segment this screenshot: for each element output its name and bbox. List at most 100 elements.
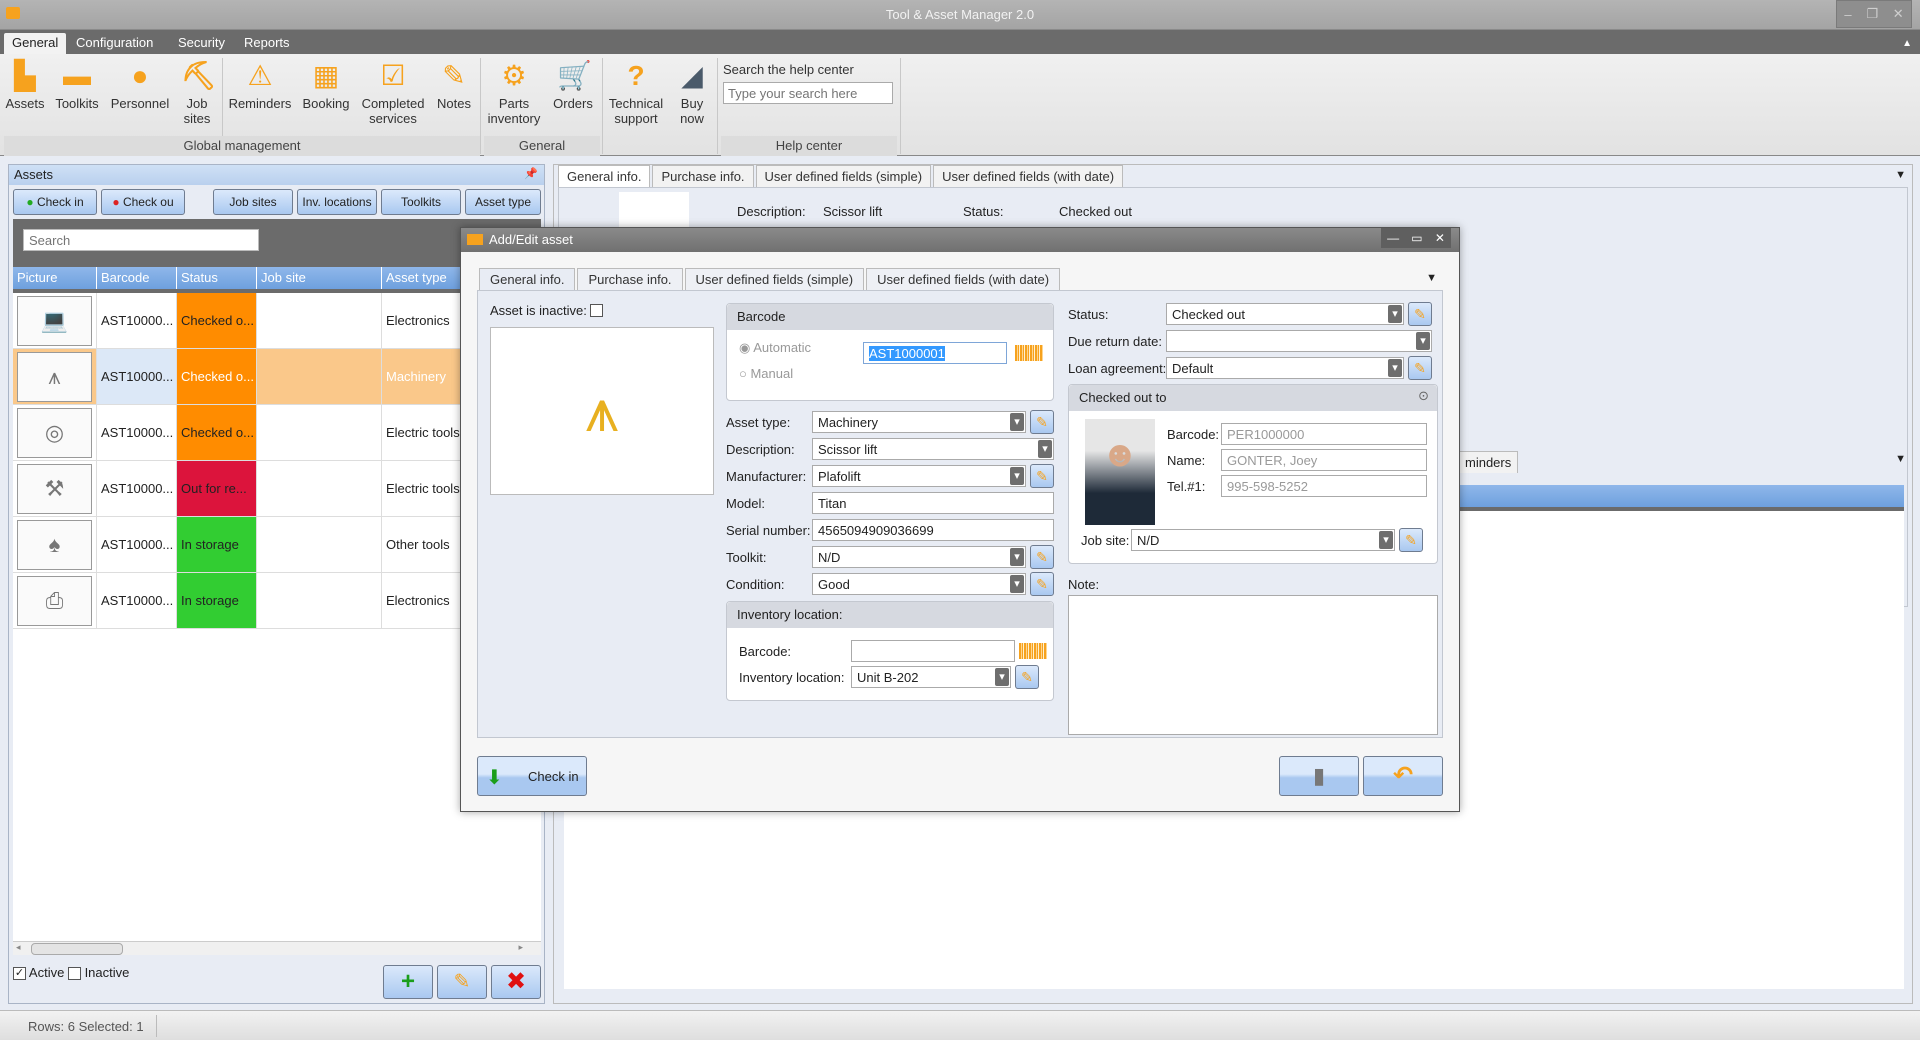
dialog-tabs-dropdown-icon[interactable]: ▼	[1426, 272, 1437, 284]
toolbox-icon: ▬	[63, 60, 91, 91]
collapse-circle-icon[interactable]: ⊙	[1418, 388, 1429, 404]
pin-icon[interactable]: 📌	[524, 167, 538, 180]
ribbon-button-buy-now[interactable]: ◢ Buy now	[670, 60, 714, 126]
check-in-button[interactable]: ● Check in	[13, 189, 97, 215]
edit-manufacturer-button[interactable]: ✎	[1030, 464, 1054, 488]
column-job-site[interactable]: Job site	[257, 267, 382, 289]
ribbon-button-booking[interactable]: ▦ Booking	[298, 60, 354, 111]
column-barcode[interactable]: Barcode	[97, 267, 177, 289]
edit-inventory-location-button[interactable]: ✎	[1015, 665, 1039, 689]
tab-reports[interactable]: Reports	[236, 33, 298, 54]
scroll-right-icon[interactable]: ▸	[518, 942, 523, 953]
separator	[480, 58, 481, 154]
edit-toolkit-button[interactable]: ✎	[1030, 545, 1054, 569]
manual-radio[interactable]: ○ Manual	[739, 366, 793, 381]
status-select[interactable]: Checked out	[1166, 303, 1404, 325]
horizontal-scrollbar[interactable]: ◂ ▸	[13, 941, 541, 955]
check-out-button[interactable]: ● Check ou	[101, 189, 185, 215]
edit-status-button[interactable]: ✎	[1408, 302, 1432, 326]
detail-tab-udf-date[interactable]: User defined fields (with date)	[933, 165, 1124, 187]
help-search-input[interactable]	[723, 82, 893, 104]
note-textarea[interactable]	[1068, 595, 1438, 735]
model-input[interactable]: Titan	[812, 492, 1054, 514]
restore-icon[interactable]: ❐	[1866, 6, 1878, 22]
delete-asset-button[interactable]: ✖	[491, 965, 541, 999]
automatic-radio[interactable]: ◉ Automatic	[739, 340, 811, 356]
assets-panel-title: Assets	[14, 167, 54, 182]
tab-reminders[interactable]: minders	[1458, 451, 1519, 473]
dialog-close-icon[interactable]: ✕	[1435, 231, 1445, 245]
dialog-tab-general[interactable]: General info.	[479, 268, 576, 290]
barcode-icon[interactable]	[1015, 345, 1043, 361]
inv-locations-button[interactable]: Inv. locations	[297, 189, 377, 215]
inventory-barcode-input[interactable]	[851, 640, 1015, 662]
person-photo: ☻	[1085, 419, 1155, 525]
dialog-tab-udf-date[interactable]: User defined fields (with date)	[866, 268, 1061, 290]
pencil-icon: ✎	[1036, 414, 1048, 430]
manufacturer-select[interactable]: Plafolift	[812, 465, 1026, 487]
job-sites-button[interactable]: Job sites	[213, 189, 293, 215]
ribbon-button-orders[interactable]: 🛒 Orders	[548, 60, 598, 111]
ribbon-button-reminders[interactable]: ⚠ Reminders	[226, 60, 294, 111]
cell-status: In storage	[177, 573, 257, 628]
edit-job-site-button[interactable]: ✎	[1399, 528, 1423, 552]
asset-type-button[interactable]: Asset type	[465, 189, 541, 215]
toolkit-select[interactable]: N/D	[812, 546, 1026, 568]
ribbon-button-job-sites[interactable]: ⛏ Job sites	[176, 60, 218, 126]
dialog-check-in-button[interactable]: ⬇ Check in	[477, 756, 587, 796]
tab-configuration[interactable]: Configuration	[68, 33, 161, 54]
undo-button[interactable]: ↶	[1363, 756, 1443, 796]
dialog-tab-udf-simple[interactable]: User defined fields (simple)	[684, 268, 865, 290]
toolkits-button[interactable]: Toolkits	[381, 189, 461, 215]
ribbon: ▙ Assets ▬ Toolkits ● Personnel ⛏ Job sites …	[0, 54, 1920, 156]
loan-agreement-select[interactable]: Default	[1166, 357, 1404, 379]
bottom-tabs-dropdown-icon[interactable]: ▼	[1895, 453, 1906, 465]
dialog-maximize-icon[interactable]: ▭	[1411, 231, 1422, 245]
barcode-icon[interactable]	[1019, 643, 1047, 659]
inactive-checkbox[interactable]	[67, 967, 81, 981]
ribbon-button-personnel[interactable]: ● Personnel	[108, 60, 172, 111]
inactive-checkbox[interactable]	[590, 304, 603, 317]
description-select[interactable]: Scissor lift	[812, 438, 1054, 460]
edit-asset-button[interactable]: ✎	[437, 965, 487, 999]
row-count: Rows: 6 Selected: 1	[28, 1019, 144, 1034]
tabs-dropdown-icon[interactable]: ▼	[1895, 169, 1906, 181]
tab-security[interactable]: Security	[170, 33, 233, 54]
edit-loan-agreement-button[interactable]: ✎	[1408, 356, 1432, 380]
detail-tab-general[interactable]: General info.	[558, 165, 651, 187]
scroll-thumb[interactable]	[31, 943, 123, 955]
edit-condition-button[interactable]: ✎	[1030, 572, 1054, 596]
ribbon-button-toolkits[interactable]: ▬ Toolkits	[52, 60, 102, 111]
save-button[interactable]: ▮	[1279, 756, 1359, 796]
column-picture[interactable]: Picture	[13, 267, 97, 289]
detail-tab-purchase[interactable]: Purchase info.	[652, 165, 754, 187]
ribbon-button-assets[interactable]: ▙ Assets	[4, 60, 46, 111]
serial-input[interactable]: 4565094909036699	[812, 519, 1054, 541]
dialog-tab-purchase[interactable]: Purchase info.	[577, 268, 683, 290]
asset-search-input[interactable]	[23, 229, 259, 251]
column-status[interactable]: Status	[177, 267, 257, 289]
close-icon[interactable]: ✕	[1893, 6, 1904, 22]
barcode-input[interactable]: AST1000001	[863, 342, 1007, 364]
minimize-icon[interactable]: –	[1844, 7, 1851, 22]
ribbon-button-notes[interactable]: ✎ Notes	[432, 60, 476, 111]
job-site-select[interactable]: N/D	[1131, 529, 1395, 551]
ribbon-button-parts-inventory[interactable]: ⚙ Parts inventory	[484, 60, 544, 126]
detail-tab-udf-simple[interactable]: User defined fields (simple)	[755, 165, 932, 187]
dialog-minimize-icon[interactable]: —	[1387, 231, 1399, 245]
edit-asset-type-button[interactable]: ✎	[1030, 410, 1054, 434]
active-filter[interactable]: ✓ Active Inactive	[13, 965, 129, 981]
collapse-ribbon-icon[interactable]: ▲	[1902, 38, 1912, 49]
due-return-date-picker[interactable]	[1166, 330, 1432, 352]
asset-type-select[interactable]: Machinery	[812, 411, 1026, 433]
condition-select[interactable]: Good	[812, 573, 1026, 595]
ribbon-button-technical-support[interactable]: ? Technical support	[606, 60, 666, 126]
active-checkbox[interactable]: ✓	[13, 967, 26, 981]
scroll-left-icon[interactable]: ◂	[16, 942, 21, 953]
ribbon-button-completed-services[interactable]: ☑ Completed services	[360, 60, 426, 126]
inventory-location-select[interactable]: Unit B-202	[851, 666, 1011, 688]
add-asset-button[interactable]: +	[383, 965, 433, 999]
window-title: Tool & Asset Manager 2.0	[885, 7, 1035, 22]
tab-general[interactable]: General	[4, 33, 67, 54]
asset-picture[interactable]: ⩚	[490, 327, 714, 495]
